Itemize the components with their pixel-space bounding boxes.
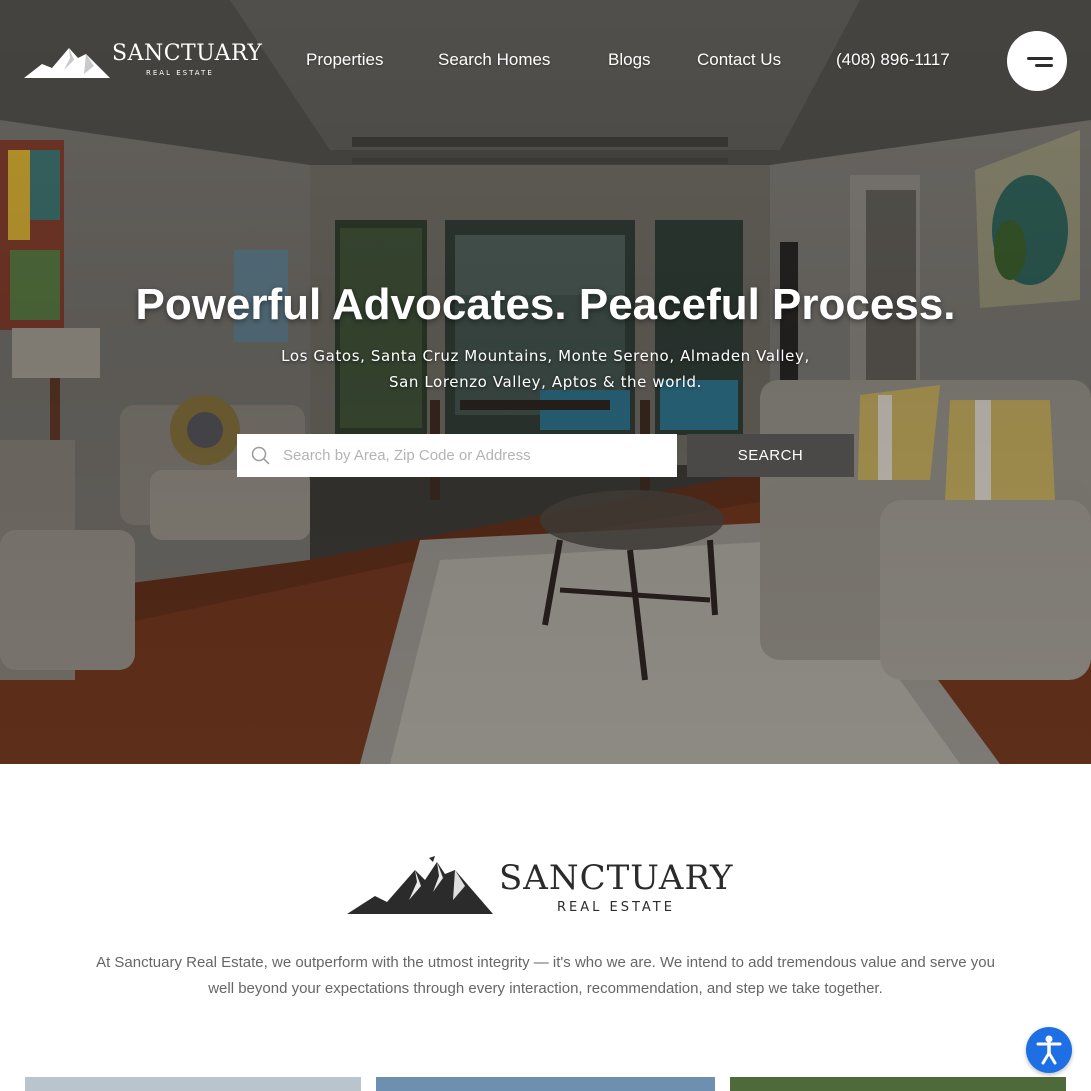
search-input[interactable] [281,434,671,477]
nav-phone-link[interactable]: (408) 896-1117 [836,50,950,70]
intro-logo-wordmark: SANCTUARY [499,858,734,898]
listing-thumbnail[interactable] [376,1077,715,1091]
accessibility-icon [1036,1035,1062,1065]
hero-subtitle-line1: Los Gatos, Santa Cruz Mountains, Monte S… [281,347,810,365]
main-nav: Properties Search Homes Blogs Contact Us… [0,50,1091,74]
intro-logo: SANCTUARY REAL ESTATE [345,856,750,918]
listing-thumbnail[interactable] [25,1077,361,1091]
nav-properties[interactable]: Properties [306,50,383,70]
listing-thumbnail[interactable] [730,1077,1066,1091]
search-icon [251,446,270,465]
nav-search-homes[interactable]: Search Homes [438,50,550,70]
intro-paragraph: At Sanctuary Real Estate, we outperform … [96,954,995,997]
accessibility-button[interactable] [1026,1027,1072,1073]
hamburger-menu-button[interactable] [1007,31,1067,91]
hero-section: SANCTUARY REAL ESTATE Properties Search … [0,0,1091,764]
nav-contact-us[interactable]: Contact Us [697,50,781,70]
intro-logo-tagline: REAL ESTATE [557,900,675,915]
hero-subtitle-line2: San Lorenzo Valley, Aptos & the world. [388,373,703,391]
search-button[interactable]: SEARCH [687,434,854,477]
mountain-logo-icon [347,856,493,914]
search-field-container [237,434,677,477]
nav-blogs[interactable]: Blogs [608,50,651,70]
hero-title: Powerful Advocates. Peaceful Process. [135,280,956,329]
